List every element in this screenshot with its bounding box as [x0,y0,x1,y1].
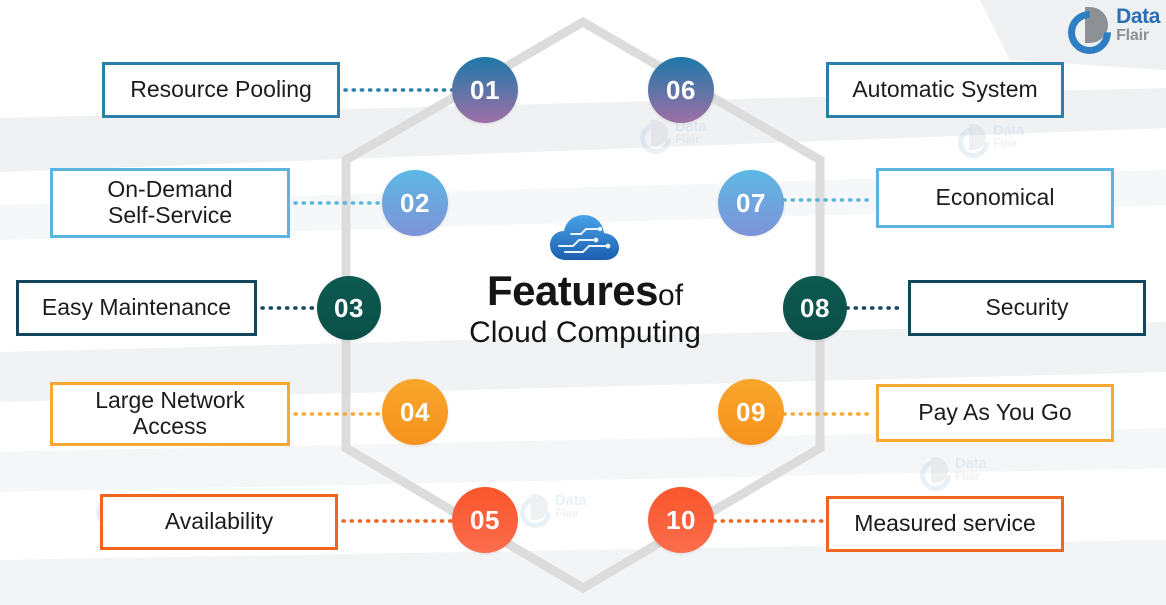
number-circle-01[interactable]: 01 [452,57,518,123]
feature-label-07: Economical [935,184,1055,211]
dataflair-logo: Data Flair [1059,2,1160,63]
feature-label-03: Easy Maintenance [41,294,232,321]
feature-label-01: Resource Pooling [130,76,312,103]
feature-box-02[interactable]: On-Demand Self-Service [50,168,290,238]
page-title: Featuresof [426,270,744,312]
logo-text-data: Data [1116,5,1160,28]
feature-box-01[interactable]: Resource Pooling [102,62,340,118]
logo-text-flair: Flair [1116,27,1149,44]
feature-box-04[interactable]: Large Network Access [50,382,290,446]
infographic-canvas: Data Flair Featuresof Cloud Computing Da… [0,0,1166,605]
feature-label-05: Availability [164,508,274,535]
number-circle-03[interactable]: 03 [317,276,381,340]
dataflair-mark-icon [1059,2,1120,63]
number-circle-08[interactable]: 08 [783,276,847,340]
feature-box-08[interactable]: Security [908,280,1146,336]
number-circle-05[interactable]: 05 [452,487,518,553]
page-subtitle: Cloud Computing [469,316,701,349]
title-bold: Features [486,267,659,314]
feature-label-09: Pay As You Go [918,399,1072,426]
feature-box-10[interactable]: Measured service [826,496,1064,552]
number-circle-10[interactable]: 10 [648,487,714,553]
feature-box-05[interactable]: Availability [100,494,338,550]
center-title-block: Featuresof Cloud Computing [426,212,744,348]
feature-box-09[interactable]: Pay As You Go [876,384,1114,442]
number-circle-06[interactable]: 06 [648,57,714,123]
cloud-computing-icon [550,215,619,260]
feature-label-02: On-Demand Self-Service [107,176,233,228]
number-circle-09[interactable]: 09 [718,379,784,445]
feature-box-03[interactable]: Easy Maintenance [16,280,257,336]
feature-box-07[interactable]: Economical [876,168,1114,228]
feature-box-06[interactable]: Automatic System [826,62,1064,118]
feature-label-08: Security [985,294,1069,321]
feature-label-10: Measured service [854,510,1036,537]
title-of: of [658,279,684,312]
feature-label-06: Automatic System [852,76,1038,103]
number-circle-04[interactable]: 04 [382,379,448,445]
feature-label-04: Large Network Access [95,387,245,439]
